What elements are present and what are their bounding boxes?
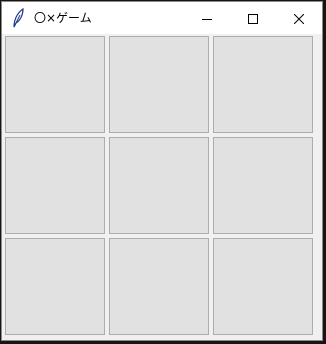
window-title: 〇×ゲーム <box>34 11 92 25</box>
close-icon <box>293 9 305 28</box>
board-cell-5[interactable] <box>109 137 209 234</box>
board-cell-3[interactable] <box>213 36 313 133</box>
board-cell-9[interactable] <box>213 238 313 335</box>
app-window: 〇×ゲーム <box>1 1 323 341</box>
board-cell-6[interactable] <box>213 137 313 234</box>
board-cell-8[interactable] <box>109 238 209 335</box>
board-cell-4[interactable] <box>5 137 105 234</box>
maximize-icon <box>248 9 258 28</box>
feather-icon <box>10 7 26 28</box>
minimize-button[interactable] <box>184 2 230 34</box>
title-bar[interactable]: 〇×ゲーム <box>2 2 322 34</box>
maximize-button[interactable] <box>230 2 276 34</box>
board-cell-7[interactable] <box>5 238 105 335</box>
board-cell-2[interactable] <box>109 36 209 133</box>
minimize-icon <box>202 9 212 28</box>
board-cell-1[interactable] <box>5 36 105 133</box>
close-button[interactable] <box>276 2 322 34</box>
game-board <box>5 36 319 338</box>
